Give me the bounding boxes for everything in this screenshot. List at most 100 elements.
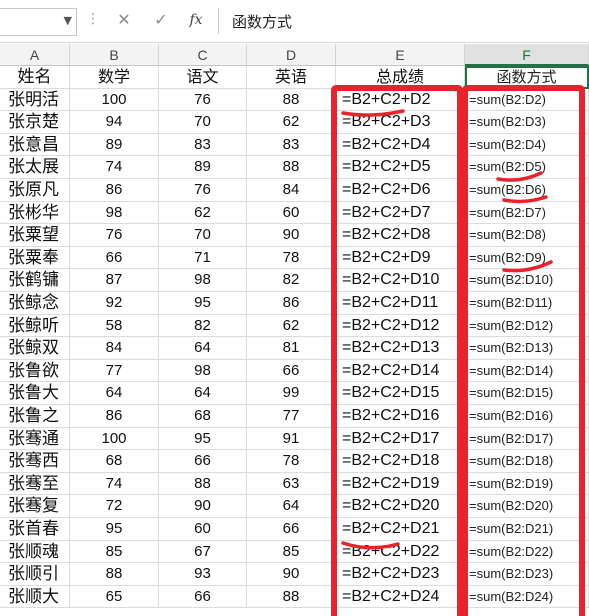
english-cell[interactable]: 90 bbox=[247, 224, 336, 247]
math-cell[interactable]: 74 bbox=[70, 156, 159, 179]
total-formula-cell[interactable]: =B2+C2+D10 bbox=[336, 269, 465, 292]
name-cell[interactable]: 张顺大 bbox=[0, 585, 70, 609]
sum-formula-cell[interactable]: =sum(B2:D18) bbox=[465, 450, 589, 473]
column-header-e[interactable]: E bbox=[336, 44, 465, 66]
total-formula-cell[interactable]: =B2+C2+D22 bbox=[336, 540, 465, 564]
sum-formula-cell[interactable]: =sum(B2:D16) bbox=[465, 405, 589, 428]
sum-formula-cell[interactable]: =sum(B2:D6) bbox=[465, 179, 589, 202]
chinese-cell[interactable]: 62 bbox=[159, 201, 247, 225]
name-cell[interactable]: 张骞至 bbox=[0, 472, 70, 496]
sum-formula-cell[interactable]: =sum(B2:D4) bbox=[465, 133, 589, 157]
english-cell[interactable]: 84 bbox=[247, 179, 336, 202]
english-cell[interactable]: 88 bbox=[247, 585, 336, 609]
header-math-cell[interactable]: 数学 bbox=[70, 66, 159, 89]
column-header-f[interactable]: F bbox=[465, 44, 589, 66]
english-cell[interactable]: 78 bbox=[247, 450, 336, 473]
column-header-b[interactable]: B bbox=[70, 44, 159, 66]
sum-formula-cell[interactable]: =sum(B2:D20) bbox=[465, 495, 589, 518]
chinese-cell[interactable]: 89 bbox=[159, 156, 247, 179]
name-cell[interactable]: 张鹤镛 bbox=[0, 269, 70, 292]
total-formula-cell[interactable]: =B2+C2+D14 bbox=[336, 359, 465, 383]
name-cell[interactable]: 张意昌 bbox=[0, 133, 70, 157]
sum-formula-cell[interactable]: =sum(B2:D3) bbox=[465, 111, 589, 134]
english-cell[interactable]: 88 bbox=[247, 156, 336, 179]
total-formula-cell[interactable]: =B2+C2+D13 bbox=[336, 337, 465, 360]
math-cell[interactable]: 74 bbox=[70, 472, 159, 496]
english-cell[interactable]: 91 bbox=[247, 427, 336, 451]
name-cell[interactable]: 张粟奉 bbox=[0, 246, 70, 270]
sum-formula-cell[interactable]: =sum(B2:D7) bbox=[465, 201, 589, 225]
math-cell[interactable]: 58 bbox=[70, 314, 159, 338]
english-cell[interactable]: 63 bbox=[247, 472, 336, 496]
name-cell[interactable]: 张骞通 bbox=[0, 427, 70, 451]
math-cell[interactable]: 68 bbox=[70, 450, 159, 473]
name-cell[interactable]: 张首春 bbox=[0, 518, 70, 541]
total-formula-cell[interactable]: =B2+C2+D12 bbox=[336, 314, 465, 338]
name-cell[interactable]: 张鲁欲 bbox=[0, 359, 70, 383]
name-cell[interactable]: 张彬华 bbox=[0, 201, 70, 225]
total-formula-cell[interactable]: =B2+C2+D8 bbox=[336, 224, 465, 247]
name-cell[interactable]: 张鲁大 bbox=[0, 382, 70, 405]
english-cell[interactable]: 66 bbox=[247, 359, 336, 383]
chinese-cell[interactable]: 71 bbox=[159, 246, 247, 270]
name-cell[interactable]: 张鲁之 bbox=[0, 405, 70, 428]
chinese-cell[interactable]: 70 bbox=[159, 224, 247, 247]
math-cell[interactable]: 86 bbox=[70, 405, 159, 428]
chinese-cell[interactable]: 88 bbox=[159, 472, 247, 496]
total-formula-cell[interactable]: =B2+C2+D17 bbox=[336, 427, 465, 451]
english-cell[interactable]: 62 bbox=[247, 314, 336, 338]
chinese-cell[interactable]: 93 bbox=[159, 563, 247, 586]
english-cell[interactable]: 81 bbox=[247, 337, 336, 360]
name-cell[interactable]: 张顺魂 bbox=[0, 540, 70, 564]
insert-function-icon[interactable]: fx bbox=[186, 10, 206, 30]
name-cell[interactable]: 张粟望 bbox=[0, 224, 70, 247]
total-formula-cell[interactable]: =B2+C2+D5 bbox=[336, 156, 465, 179]
header-chinese-cell[interactable]: 语文 bbox=[159, 66, 247, 89]
sum-formula-cell[interactable]: =sum(B2:D2) bbox=[465, 88, 589, 112]
english-cell[interactable]: 90 bbox=[247, 563, 336, 586]
total-formula-cell[interactable]: =B2+C2+D6 bbox=[336, 179, 465, 202]
math-cell[interactable]: 65 bbox=[70, 585, 159, 609]
header-name-cell[interactable]: 姓名 bbox=[0, 66, 70, 89]
math-cell[interactable]: 76 bbox=[70, 224, 159, 247]
math-cell[interactable]: 94 bbox=[70, 111, 159, 134]
chinese-cell[interactable]: 76 bbox=[159, 88, 247, 112]
math-cell[interactable]: 89 bbox=[70, 133, 159, 157]
total-formula-cell[interactable]: =B2+C2+D19 bbox=[336, 472, 465, 496]
sum-formula-cell[interactable]: =sum(B2:D19) bbox=[465, 472, 589, 496]
english-cell[interactable]: 99 bbox=[247, 382, 336, 405]
total-formula-cell[interactable]: =B2+C2+D20 bbox=[336, 495, 465, 518]
sum-formula-cell[interactable]: =sum(B2:D22) bbox=[465, 540, 589, 564]
math-cell[interactable]: 84 bbox=[70, 337, 159, 360]
column-header-a[interactable]: A bbox=[0, 44, 70, 66]
sum-formula-cell[interactable]: =sum(B2:D5) bbox=[465, 156, 589, 179]
english-cell[interactable]: 64 bbox=[247, 495, 336, 518]
chinese-cell[interactable]: 60 bbox=[159, 518, 247, 541]
total-formula-cell[interactable]: =B2+C2+D23 bbox=[336, 563, 465, 586]
math-cell[interactable]: 72 bbox=[70, 495, 159, 518]
chinese-cell[interactable]: 66 bbox=[159, 450, 247, 473]
math-cell[interactable]: 88 bbox=[70, 563, 159, 586]
sum-formula-cell[interactable]: =sum(B2:D12) bbox=[465, 314, 589, 338]
sum-formula-cell[interactable]: =sum(B2:D15) bbox=[465, 382, 589, 405]
chinese-cell[interactable]: 83 bbox=[159, 133, 247, 157]
english-cell[interactable]: 66 bbox=[247, 518, 336, 541]
chinese-cell[interactable]: 64 bbox=[159, 382, 247, 405]
chinese-cell[interactable]: 98 bbox=[159, 359, 247, 383]
chinese-cell[interactable]: 68 bbox=[159, 405, 247, 428]
sum-formula-cell[interactable]: =sum(B2:D9) bbox=[465, 246, 589, 270]
english-cell[interactable]: 60 bbox=[247, 201, 336, 225]
chinese-cell[interactable]: 64 bbox=[159, 337, 247, 360]
chinese-cell[interactable]: 95 bbox=[159, 292, 247, 315]
math-cell[interactable]: 100 bbox=[70, 88, 159, 112]
name-cell[interactable]: 张鲸听 bbox=[0, 314, 70, 338]
cancel-icon[interactable]: ✕ bbox=[114, 10, 134, 30]
math-cell[interactable]: 98 bbox=[70, 201, 159, 225]
drag-handle-icon[interactable]: ⋮ bbox=[86, 12, 100, 26]
header-sum-formula-cell[interactable]: 函数方式 bbox=[465, 66, 589, 89]
column-header-d[interactable]: D bbox=[247, 44, 336, 66]
name-cell[interactable]: 张鲸双 bbox=[0, 337, 70, 360]
name-cell[interactable]: 张京楚 bbox=[0, 111, 70, 134]
confirm-icon[interactable]: ✓ bbox=[151, 10, 171, 30]
english-cell[interactable]: 77 bbox=[247, 405, 336, 428]
